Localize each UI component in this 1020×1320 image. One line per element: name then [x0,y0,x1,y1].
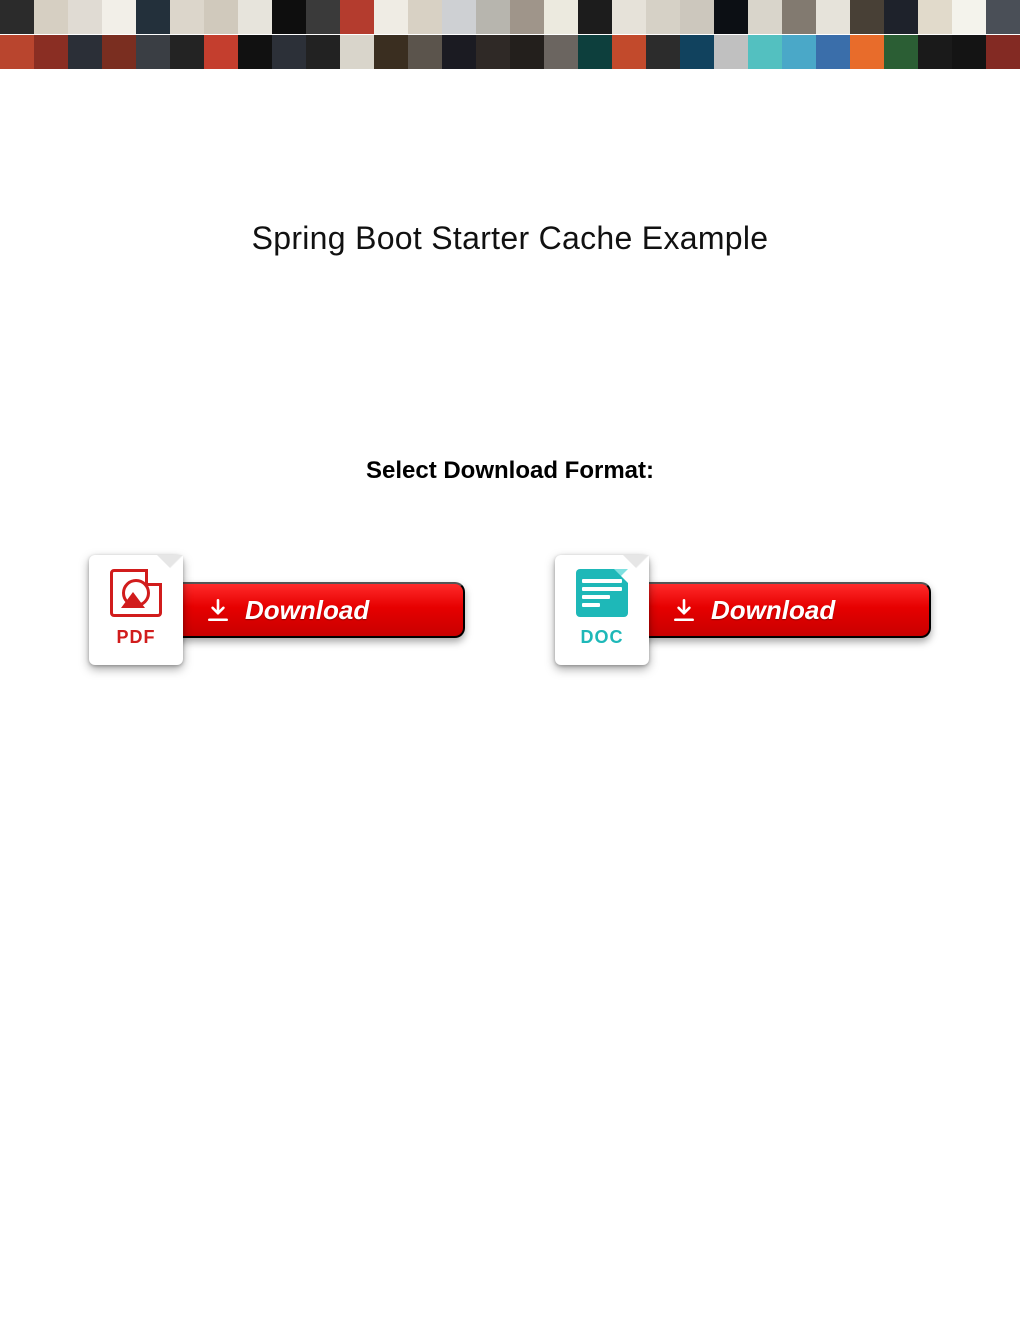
collage-tile [68,0,102,34]
collage-tile [510,0,544,34]
collage-tile [476,0,510,34]
collage-tile [646,35,680,69]
collage-tile [204,0,238,34]
download-arrow-icon [205,597,231,623]
collage-tile [408,0,442,34]
collage-tile [340,0,374,34]
collage-tile [306,0,340,34]
collage-tile [272,0,306,34]
collage-tile [0,35,34,69]
collage-tile [0,0,34,34]
download-unit-pdf: PDF Download [89,555,465,665]
download-doc-label: Download [711,595,835,626]
doc-badge-label: DOC [581,627,624,648]
collage-tile [306,35,340,69]
collage-tile [680,35,714,69]
collage-tile [204,35,238,69]
header-collage [0,0,1020,70]
pdf-glyph-icon [110,569,162,617]
collage-tile [748,0,782,34]
collage-tile [68,35,102,69]
pdf-badge-label: PDF [117,627,156,648]
doc-glyph-icon [576,569,628,617]
collage-tile [442,35,476,69]
download-arrow-icon [671,597,697,623]
collage-tile [102,0,136,34]
collage-tile [238,0,272,34]
download-buttons-row: PDF Download DOC Download [0,555,1020,665]
collage-tile [34,35,68,69]
collage-tile [952,35,986,69]
collage-tile [238,35,272,69]
collage-tile [578,0,612,34]
collage-tile [102,35,136,69]
collage-tile [986,35,1020,69]
collage-tile [170,35,204,69]
pdf-file-icon: PDF [89,555,183,665]
collage-tile [850,35,884,69]
collage-tile [442,0,476,34]
collage-tile [578,35,612,69]
collage-tile [374,35,408,69]
collage-tile [680,0,714,34]
collage-tile [510,35,544,69]
collage-tile [544,0,578,34]
collage-tile [136,0,170,34]
doc-file-icon: DOC [555,555,649,665]
collage-tile [374,0,408,34]
collage-tile [272,35,306,69]
page-title: Spring Boot Starter Cache Example [0,220,1020,257]
collage-tile [714,35,748,69]
collage-tile [884,35,918,69]
collage-tile [646,0,680,34]
collage-tile [748,35,782,69]
collage-tile [544,35,578,69]
collage-tile [612,0,646,34]
download-doc-button[interactable]: Download [631,582,931,638]
collage-tile [918,0,952,34]
collage-tile [816,35,850,69]
collage-tile [952,0,986,34]
collage-tile [986,0,1020,34]
collage-tile [34,0,68,34]
collage-tile [714,0,748,34]
download-pdf-label: Download [245,595,369,626]
collage-tile [612,35,646,69]
select-download-format-heading: Select Download Format: [0,457,1020,485]
collage-tile [340,35,374,69]
collage-tile [918,35,952,69]
collage-tile [782,35,816,69]
collage-tile [782,0,816,34]
collage-tile [136,35,170,69]
collage-tile [816,0,850,34]
collage-tile [476,35,510,69]
download-unit-doc: DOC Download [555,555,931,665]
collage-tile [170,0,204,34]
download-pdf-button[interactable]: Download [165,582,465,638]
collage-tile [884,0,918,34]
collage-tile [408,35,442,69]
collage-tile [850,0,884,34]
